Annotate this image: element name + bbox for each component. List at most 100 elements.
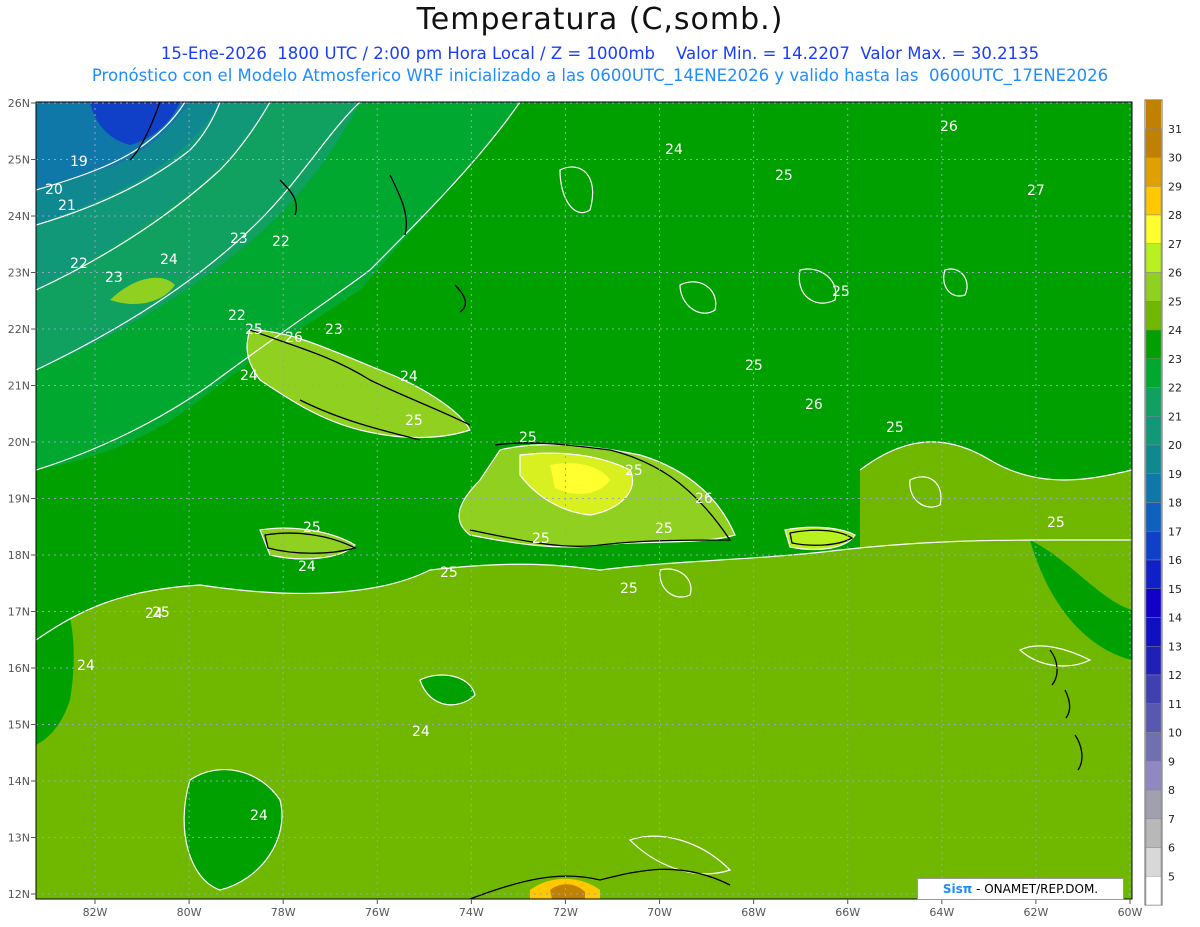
colorbar-label: 8 [1168, 784, 1175, 797]
colorbar-swatch [1145, 674, 1162, 704]
colorbar-swatch [1145, 502, 1162, 532]
contour-label: 24 [412, 724, 430, 740]
colorbar-swatch [1145, 818, 1162, 848]
colorbar-label: 16 [1168, 554, 1182, 567]
contour-label: 19 [70, 154, 88, 170]
colorbar-swatch [1145, 617, 1162, 647]
colorbar-swatch [1145, 789, 1162, 819]
contour-label: 22 [70, 256, 88, 272]
lat-label: 25N [8, 154, 30, 167]
colorbar-swatch [1145, 186, 1162, 216]
lat-label: 22N [8, 323, 30, 336]
colorbar-swatch [1145, 847, 1162, 877]
contour-label: 25 [620, 581, 638, 597]
contour-label: 25 [519, 430, 537, 446]
contour-label: 26 [695, 491, 713, 507]
colorbar-label: 27 [1168, 238, 1182, 251]
colorbar-label: 22 [1168, 382, 1182, 395]
lon-label: 66W [835, 906, 860, 919]
contour-label: 26 [285, 330, 303, 346]
contour-label: 22 [272, 234, 290, 250]
contour-label: 24 [665, 142, 683, 158]
contour-label: 21 [58, 198, 76, 214]
lon-label: 80W [177, 906, 202, 919]
lat-label: 20N [8, 436, 30, 449]
lat-label: 15N [8, 719, 30, 732]
lat-label: 17N [8, 606, 30, 619]
colorbar-label: 13 [1168, 640, 1182, 653]
colorbar-swatch [1145, 703, 1162, 733]
lat-label: 19N [8, 493, 30, 506]
contour-label: 25 [655, 521, 673, 537]
lat-label: 14N [8, 775, 30, 788]
lat-label: 18N [8, 549, 30, 562]
lon-label: 74W [459, 906, 484, 919]
colorbar-label: 12 [1168, 669, 1182, 682]
sispi-logo: Sisπ [942, 882, 973, 896]
colorbar-swatch [1145, 157, 1162, 187]
colorbar-swatch [1145, 128, 1162, 158]
colorbar-swatch [1145, 272, 1162, 302]
colorbar-label: 14 [1168, 612, 1182, 625]
colorbar-swatch [1145, 761, 1162, 791]
contour-label: 26 [940, 119, 958, 135]
temperature-map: 19 20 21 22 23 24 23 22 22 24 25 26 23 24 24 25 26 27 25 26… [8, 97, 1182, 919]
colorbar-swatch [1145, 876, 1162, 906]
contour-label: 25 [1047, 515, 1065, 531]
lon-label: 64W [929, 906, 954, 919]
colorbar-swatch [1145, 214, 1162, 244]
contour-label: 24 [400, 369, 418, 385]
colorbar-label: 29 [1168, 180, 1182, 193]
contour-label: 25 [745, 358, 763, 374]
colorbar-label: 18 [1168, 497, 1182, 510]
lat-label: 16N [8, 662, 30, 675]
colorbar-label: 24 [1168, 324, 1182, 337]
lat-label: 26N [8, 97, 30, 110]
colorbar-swatch [1145, 387, 1162, 417]
contour-label: 24 [160, 252, 178, 268]
credit-box: Sisπ - ONAMET/REP.DOM. [917, 878, 1124, 900]
colorbar-label: 9 [1168, 755, 1175, 768]
colorbar-swatch [1145, 301, 1162, 331]
contour-label: 26 [805, 397, 823, 413]
contour-label: 25 [832, 284, 850, 300]
contour-label: 25 [886, 420, 904, 436]
colorbar-label: 10 [1168, 727, 1182, 740]
lon-label: 60W [1118, 906, 1143, 919]
contour-label: 25 [440, 565, 458, 581]
lon-label: 62W [1023, 906, 1048, 919]
colorbar-swatch [1145, 473, 1162, 503]
colorbar-swatch [1145, 588, 1162, 618]
lat-label: 24N [8, 210, 30, 223]
contour-label: 25 [532, 531, 550, 547]
lat-label: 12N [8, 888, 30, 901]
colorbar-label: 5 [1168, 870, 1175, 883]
colorbar-swatch [1145, 444, 1162, 474]
contour-label: 25 [152, 605, 170, 621]
colorbar-swatch [1145, 329, 1162, 359]
contour-label: 23 [105, 270, 123, 286]
lon-label: 82W [83, 906, 108, 919]
contour-label: 25 [405, 413, 423, 429]
contour-label: 23 [230, 231, 248, 247]
colorbar-label: 19 [1168, 468, 1182, 481]
colorbar-label: 30 [1168, 152, 1182, 165]
contour-label: 23 [325, 322, 343, 338]
colorbar-label: 31 [1168, 123, 1182, 136]
colorbar-swatch [1145, 732, 1162, 762]
colorbar-label: 28 [1168, 209, 1182, 222]
credit-text: - ONAMET/REP.DOM. [972, 882, 1099, 896]
colorbar-label: 21 [1168, 410, 1182, 423]
colorbar-label: 17 [1168, 525, 1182, 538]
colorbar-label: 11 [1168, 698, 1182, 711]
contour-label: 24 [250, 808, 268, 824]
lat-label: 21N [8, 380, 30, 393]
contour-label: 24 [298, 559, 316, 575]
lon-label: 68W [741, 906, 766, 919]
colorbar-label: 20 [1168, 439, 1182, 452]
contour-label: 24 [77, 658, 95, 674]
lon-label: 78W [271, 906, 296, 919]
contour-label: 25 [625, 463, 643, 479]
colorbar-swatch [1145, 559, 1162, 589]
colorbar-label: 7 [1168, 813, 1175, 826]
